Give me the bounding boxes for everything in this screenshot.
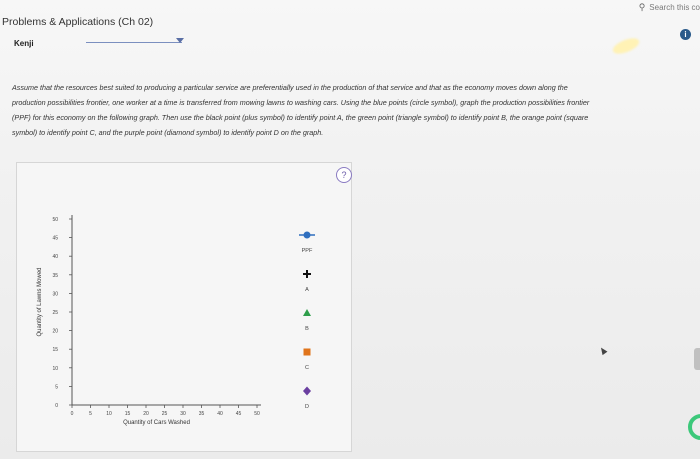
search-placeholder: Search this co — [649, 2, 700, 12]
x-tick-label: 0 — [71, 411, 74, 417]
legend-item-b[interactable]: B — [303, 309, 311, 332]
ppf-graph[interactable]: 0 5 10 15 20 25 30 35 40 45 50 0 5 10 15 20 25 30 35 40 45 50… — [17, 163, 351, 451]
y-axis-label: Quantity of Lawns Mowed — [37, 267, 43, 336]
x-tick-label: 15 — [125, 411, 131, 417]
square-icon[interactable] — [303, 348, 311, 356]
screen-glare — [610, 35, 642, 57]
plus-icon[interactable] — [303, 270, 311, 278]
legend-label[interactable]: B — [305, 326, 309, 332]
name-dropdown[interactable] — [86, 42, 182, 43]
diamond-icon[interactable] — [303, 386, 311, 396]
legend-label[interactable]: D — [305, 404, 309, 410]
page: ⚲ Search this co Problems & Applications… — [0, 0, 700, 459]
y-tick-label: 10 — [52, 366, 58, 372]
search-box[interactable]: ⚲ Search this co — [639, 0, 700, 14]
info-icon[interactable]: i — [680, 29, 691, 40]
y-tick-label: 25 — [52, 310, 58, 316]
name-row: Kenji — [14, 33, 184, 48]
y-tick-label: 0 — [55, 403, 58, 409]
legend-label[interactable]: C — [305, 365, 309, 371]
question-instructions: Assume that the resources best suited to… — [12, 83, 590, 137]
legend-label[interactable]: PPF — [302, 248, 313, 254]
legend-label[interactable]: A — [305, 287, 309, 293]
triangle-icon[interactable] — [303, 309, 311, 316]
x-axis-label: Quantity of Cars Washed — [123, 420, 190, 426]
y-tick-label: 20 — [52, 329, 58, 335]
side-button-icon[interactable] — [688, 414, 700, 440]
x-tick-label: 40 — [217, 411, 223, 417]
x-tick-label: 20 — [143, 411, 149, 417]
x-tick-label: 30 — [180, 411, 186, 417]
y-tick-label: 40 — [52, 254, 58, 260]
side-tab[interactable] — [694, 348, 700, 370]
circle-icon[interactable] — [303, 231, 311, 239]
y-tick-label: 50 — [52, 217, 58, 223]
student-name: Kenji — [14, 39, 34, 48]
x-tick-label: 25 — [162, 411, 168, 417]
help-icon[interactable]: ? — [336, 167, 352, 183]
mouse-cursor-icon — [598, 345, 608, 356]
assignment-title: Problems & Applications (Ch 02) — [2, 16, 154, 28]
y-tick-label: 15 — [52, 347, 58, 353]
x-tick-label: 35 — [199, 411, 205, 417]
legend-item-ppf[interactable]: PPF — [299, 231, 315, 255]
x-tick-label: 5 — [89, 411, 92, 417]
y-tick-label: 30 — [52, 291, 58, 297]
y-tick-label: 35 — [52, 273, 58, 279]
x-tick-label: 45 — [236, 411, 242, 417]
legend-item-d[interactable]: D — [303, 386, 311, 411]
legend-item-a[interactable]: A — [303, 270, 311, 293]
legend-item-c[interactable]: C — [303, 348, 311, 372]
search-icon: ⚲ — [638, 1, 646, 12]
chevron-down-icon[interactable] — [176, 38, 184, 43]
x-tick-label: 50 — [254, 411, 260, 417]
graph-panel: 0 5 10 15 20 25 30 35 40 45 50 0 5 10 15 20 25 30 35 40 45 50… — [16, 162, 352, 452]
y-tick-label: 5 — [55, 384, 58, 390]
y-tick-label: 45 — [52, 236, 58, 242]
x-tick-label: 10 — [106, 411, 112, 417]
